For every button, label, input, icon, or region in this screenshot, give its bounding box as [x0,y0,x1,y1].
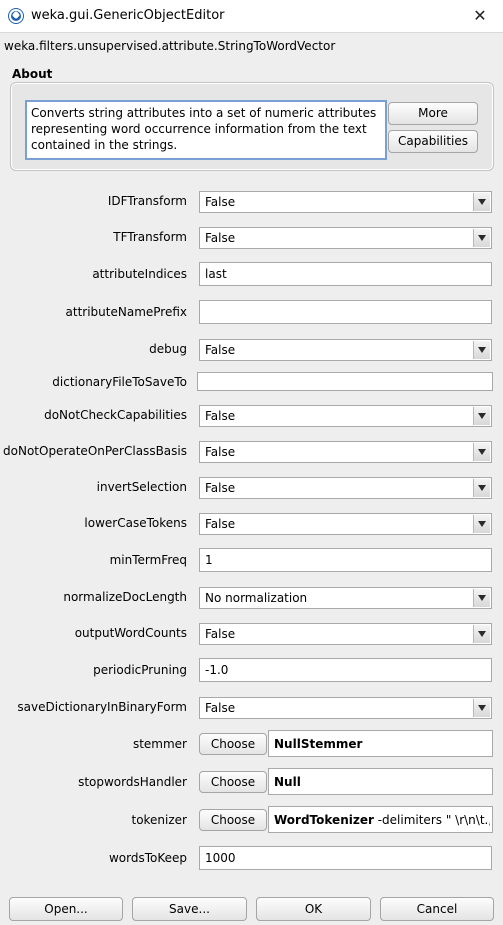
mintermfreq-label: minTermFreq [109,553,187,567]
periodicpruning-value: -1.0 [205,663,229,677]
tftransform-value: False [205,231,236,245]
idftransform-value: False [205,195,236,209]
tftransform-select[interactable]: False [199,227,492,249]
periodicpruning-field[interactable]: -1.0 [199,658,492,682]
lowercasetokens-label: lowerCaseTokens [84,516,187,530]
about-line: Converts string attributes into a set of… [31,106,377,120]
invertselection-value: False [205,481,236,495]
about-line: contained in the strings. [31,138,178,152]
class-name-label: weka.filters.unsupervised.attribute.Stri… [4,39,336,53]
idftransform-label: IDFTransform [107,194,187,208]
title-bar: weka.gui.GenericObjectEditor ✕ [0,0,503,33]
chevron-down-icon[interactable] [473,479,490,497]
outputwordcounts-label: outputWordCounts [74,626,187,640]
periodicpruning-label: periodicPruning [93,663,187,677]
stemmer-choose-button[interactable]: Choose [199,733,267,755]
normalizedoclength-value: No normalization [205,591,308,605]
window-title: weka.gui.GenericObjectEditor [31,8,225,23]
weka-app-icon [9,9,23,23]
chevron-down-icon[interactable] [473,625,490,643]
stemmer-label: stemmer [132,737,187,751]
idftransform-select[interactable]: False [199,191,492,213]
donotcheckcapabilities-select[interactable]: False [199,405,492,427]
debug-value: False [205,343,236,357]
chevron-down-icon[interactable] [473,515,490,533]
save-button[interactable]: Save... [132,897,247,921]
stopwordshandler-field[interactable]: Null [268,768,493,795]
more-button[interactable]: More [388,102,478,125]
tftransform-label: TFTransform [113,230,187,244]
attributenameprefix-label: attributeNamePrefix [65,305,187,319]
cancel-button[interactable]: Cancel [380,897,494,921]
donotoperateonperclassbasis-label: doNotOperateOnPerClassBasis [3,444,187,458]
chevron-down-icon[interactable] [473,699,490,717]
outputwordcounts-select[interactable]: False [199,623,492,645]
tokenizer-field[interactable]: WordTokenizer -delimiters " \r\n\t.,;:\'… [268,806,493,833]
about-heading: About [12,67,53,81]
chevron-down-icon[interactable] [473,443,490,461]
open-button[interactable]: Open... [9,897,123,921]
chevron-down-icon[interactable] [473,589,490,607]
wordstokeep-field[interactable]: 1000 [199,846,492,870]
debug-select[interactable]: False [199,339,492,361]
attributeindices-value: last [205,267,227,281]
attributenameprefix-field[interactable] [199,300,492,324]
savedictionaryinbinaryform-select[interactable]: False [199,697,492,719]
attributeindices-label: attributeIndices [92,267,187,281]
donotoperateonperclassbasis-value: False [205,445,236,459]
about-description[interactable]: Converts string attributes into a set of… [25,100,387,160]
savedictionaryinbinaryform-label: saveDictionaryInBinaryForm [17,700,187,714]
tokenizer-options: -delimiters " \r\n\t.,;:\'\"()? [377,812,490,827]
mintermfreq-field[interactable]: 1 [199,548,492,572]
chevron-down-icon[interactable] [473,193,490,211]
capabilities-button[interactable]: Capabilities [388,130,478,153]
dictionaryfiletosaveto-field[interactable] [197,372,493,391]
ok-button[interactable]: OK [256,897,371,921]
invertselection-label: invertSelection [96,480,187,494]
lowercasetokens-value: False [205,517,236,531]
chevron-down-icon[interactable] [473,407,490,425]
stopwordshandler-label: stopwordsHandler [78,775,187,789]
mintermfreq-value: 1 [205,553,213,567]
donotcheckcapabilities-value: False [205,409,236,423]
donotcheckcapabilities-label: doNotCheckCapabilities [44,408,187,422]
about-line: representing word occurrence information… [31,122,367,136]
wordstokeep-label: wordsToKeep [108,851,187,865]
dictionaryfiletosaveto-label: dictionaryFileToSaveTo [52,375,187,389]
lowercasetokens-select[interactable]: False [199,513,492,535]
donotoperateonperclassbasis-select[interactable]: False [199,441,492,463]
tokenizer-label: tokenizer [131,813,187,827]
stopwordshandler-class: Null [274,774,301,789]
stopwordshandler-choose-button[interactable]: Choose [199,771,267,793]
savedictionaryinbinaryform-value: False [205,701,236,715]
debug-label: debug [149,342,187,356]
stemmer-class: NullStemmer [274,736,363,751]
outputwordcounts-value: False [205,627,236,641]
close-icon[interactable]: ✕ [457,0,503,32]
tokenizer-class: WordTokenizer [274,812,374,827]
attributeindices-field[interactable]: last [199,262,492,286]
chevron-down-icon[interactable] [473,341,490,359]
tokenizer-choose-button[interactable]: Choose [199,809,267,831]
normalizedoclength-select[interactable]: No normalization [199,587,492,609]
normalizedoclength-label: normalizeDocLength [63,590,187,604]
chevron-down-icon[interactable] [473,229,490,247]
wordstokeep-value: 1000 [205,851,236,865]
stemmer-field[interactable]: NullStemmer [268,730,493,757]
invertselection-select[interactable]: False [199,477,492,499]
